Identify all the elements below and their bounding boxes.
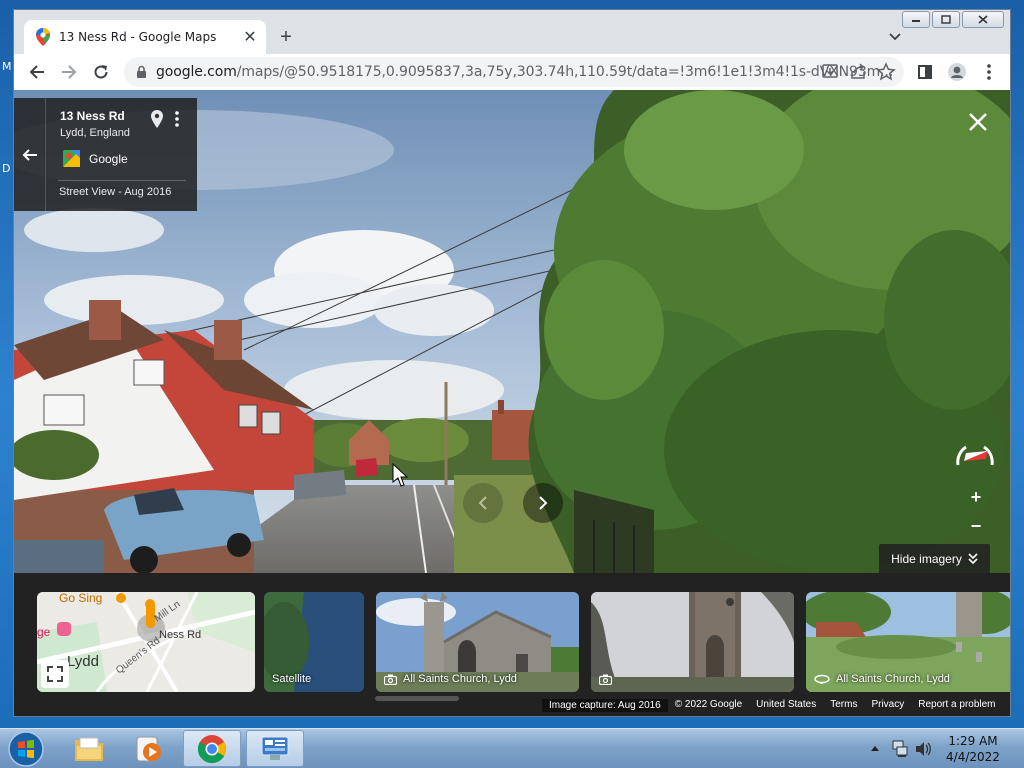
tower-photo-preview — [591, 592, 794, 692]
folder-icon — [75, 737, 103, 761]
map-label: Go Sing — [59, 592, 102, 605]
photo-thumbnail[interactable]: All Saints Church, Lydd — [376, 592, 579, 692]
url-text[interactable]: google.com/maps/@50.9518175,0.9095837,3a… — [156, 64, 893, 80]
close-street-view-icon[interactable] — [966, 110, 990, 134]
side-panel-button[interactable] — [912, 59, 938, 85]
divider — [58, 180, 186, 181]
map-preview: Go Sing Mill Ln Ness Rd Lydd Queen's Rd … — [37, 592, 255, 692]
hide-imagery-label: Hide imagery — [891, 551, 962, 566]
map-label: Ness Rd — [159, 629, 201, 641]
arrow-left-icon — [22, 148, 37, 161]
tab-close-icon[interactable]: ✕ — [240, 27, 260, 47]
next-photo-button[interactable] — [523, 483, 563, 523]
desktop-edge-text: D — [2, 162, 11, 175]
maps-favicon-icon — [36, 28, 50, 46]
double-chevron-down-icon — [968, 552, 978, 564]
desktop-edge-text: M — [2, 60, 12, 73]
location-subtitle: Lydd, England — [60, 127, 130, 139]
location-info-card: 13 Ness Rd Lydd, England Google Street V… — [14, 98, 197, 211]
location-title: 13 Ness Rd — [60, 109, 125, 123]
copyright-text: © 2022 Google — [674, 699, 743, 710]
windows-logo-icon — [8, 731, 44, 767]
browser-menu-icon[interactable] — [976, 59, 1002, 85]
camera-icon — [599, 674, 612, 685]
provider-row: Google — [63, 150, 128, 167]
lock-icon[interactable] — [136, 65, 147, 79]
fullscreen-map-icon[interactable] — [41, 660, 69, 688]
chrome-icon — [197, 734, 226, 763]
filmstrip-item-label: Satellite — [272, 673, 312, 685]
filmstrip-scrollbar[interactable] — [375, 696, 459, 701]
street-view-panorama[interactable]: 13 Ness Rd Lydd, England Google Street V… — [14, 90, 1010, 573]
network-icon[interactable] — [892, 740, 908, 758]
360-icon — [814, 674, 830, 684]
imagery-filmstrip: Go Sing Mill Ln Ness Rd Lydd Queen's Rd … — [14, 573, 1010, 716]
window-close-button[interactable] — [962, 11, 1004, 28]
taskbar-media-player[interactable] — [120, 730, 178, 767]
chevron-left-icon — [478, 496, 487, 510]
tab-google-maps[interactable]: 13 Ness Rd - Google Maps ✕ — [24, 20, 266, 54]
privacy-link[interactable]: Privacy — [864, 699, 911, 712]
map-thumbnail[interactable]: Go Sing Mill Ln Ness Rd Lydd Queen's Rd … — [37, 592, 255, 692]
tab-title: 13 Ness Rd - Google Maps — [59, 30, 217, 44]
filmstrip-item-label: All Saints Church, Lydd — [384, 673, 517, 685]
satellite-thumbnail[interactable]: Satellite — [264, 592, 364, 692]
new-tab-button[interactable]: + — [273, 24, 299, 50]
reload-button[interactable] — [88, 59, 114, 85]
minimize-button[interactable] — [902, 11, 930, 28]
back-button[interactable] — [24, 59, 50, 85]
provider-name: Google — [89, 151, 128, 166]
terms-link[interactable]: Terms — [823, 699, 864, 712]
taskbar: 1:29 AM 4/4/2022 — [0, 728, 1024, 768]
taskbar-chrome[interactable] — [183, 730, 241, 767]
filmstrip-item-label — [599, 674, 618, 685]
taskbar-control-panel[interactable] — [246, 730, 304, 767]
chevron-right-icon — [539, 496, 548, 510]
bookmark-star-icon[interactable] — [876, 62, 896, 82]
map-footer: Image capture: Aug 2016 © 2022 Google Un… — [542, 699, 1003, 712]
volume-icon[interactable] — [915, 741, 931, 757]
photo-thumbnail[interactable]: All Saints Church, Lydd — [806, 592, 1010, 692]
compass-icon[interactable] — [952, 437, 998, 473]
share-icon[interactable] — [848, 62, 868, 82]
map-pin-icon[interactable] — [151, 110, 163, 133]
hide-imagery-button[interactable]: Hide imagery — [879, 544, 990, 573]
forward-button[interactable] — [56, 59, 82, 85]
zoom-out-button[interactable]: − — [963, 513, 989, 539]
country-link[interactable]: United States — [749, 699, 823, 712]
window-controls — [902, 11, 1004, 28]
camera-icon — [384, 674, 397, 685]
browser-window: 13 Ness Rd - Google Maps ✕ + google.com/… — [13, 9, 1011, 717]
start-button[interactable] — [4, 730, 48, 768]
browser-toolbar: google.com/maps/@50.9518175,0.9095837,3a… — [14, 54, 1010, 90]
capture-date: Street View - Aug 2016 — [59, 186, 172, 198]
previous-photo-button[interactable] — [463, 483, 503, 523]
address-bar[interactable]: google.com/maps/@50.9518175,0.9095837,3a… — [124, 57, 904, 87]
zoom-in-button[interactable]: + — [963, 484, 989, 510]
report-problem-link[interactable]: Report a problem — [911, 699, 1002, 712]
maximize-button[interactable] — [932, 11, 960, 28]
more-options-icon[interactable] — [174, 110, 180, 133]
tab-search-button[interactable] — [884, 26, 906, 48]
filmstrip-item-label: All Saints Church, Lydd — [814, 673, 950, 685]
taskbar-clock[interactable]: 1:29 AM 4/4/2022 — [940, 733, 1006, 765]
profile-avatar-icon[interactable] — [944, 59, 970, 85]
image-capture-date: Image capture: Aug 2016 — [542, 699, 668, 712]
map-label: ge — [37, 625, 51, 639]
back-to-map-button[interactable] — [14, 98, 46, 211]
map-label: Lydd — [67, 653, 99, 670]
media-player-icon — [136, 736, 161, 761]
photo-thumbnail[interactable] — [591, 592, 794, 692]
clock-date: 4/4/2022 — [946, 750, 1000, 764]
show-hidden-icons-icon[interactable] — [870, 744, 880, 752]
google-maps-logo-icon — [63, 150, 80, 167]
taskbar-file-explorer[interactable] — [60, 730, 118, 767]
control-panel-icon — [261, 736, 289, 760]
install-app-icon[interactable] — [820, 62, 840, 82]
clock-time: 1:29 AM — [948, 734, 998, 748]
